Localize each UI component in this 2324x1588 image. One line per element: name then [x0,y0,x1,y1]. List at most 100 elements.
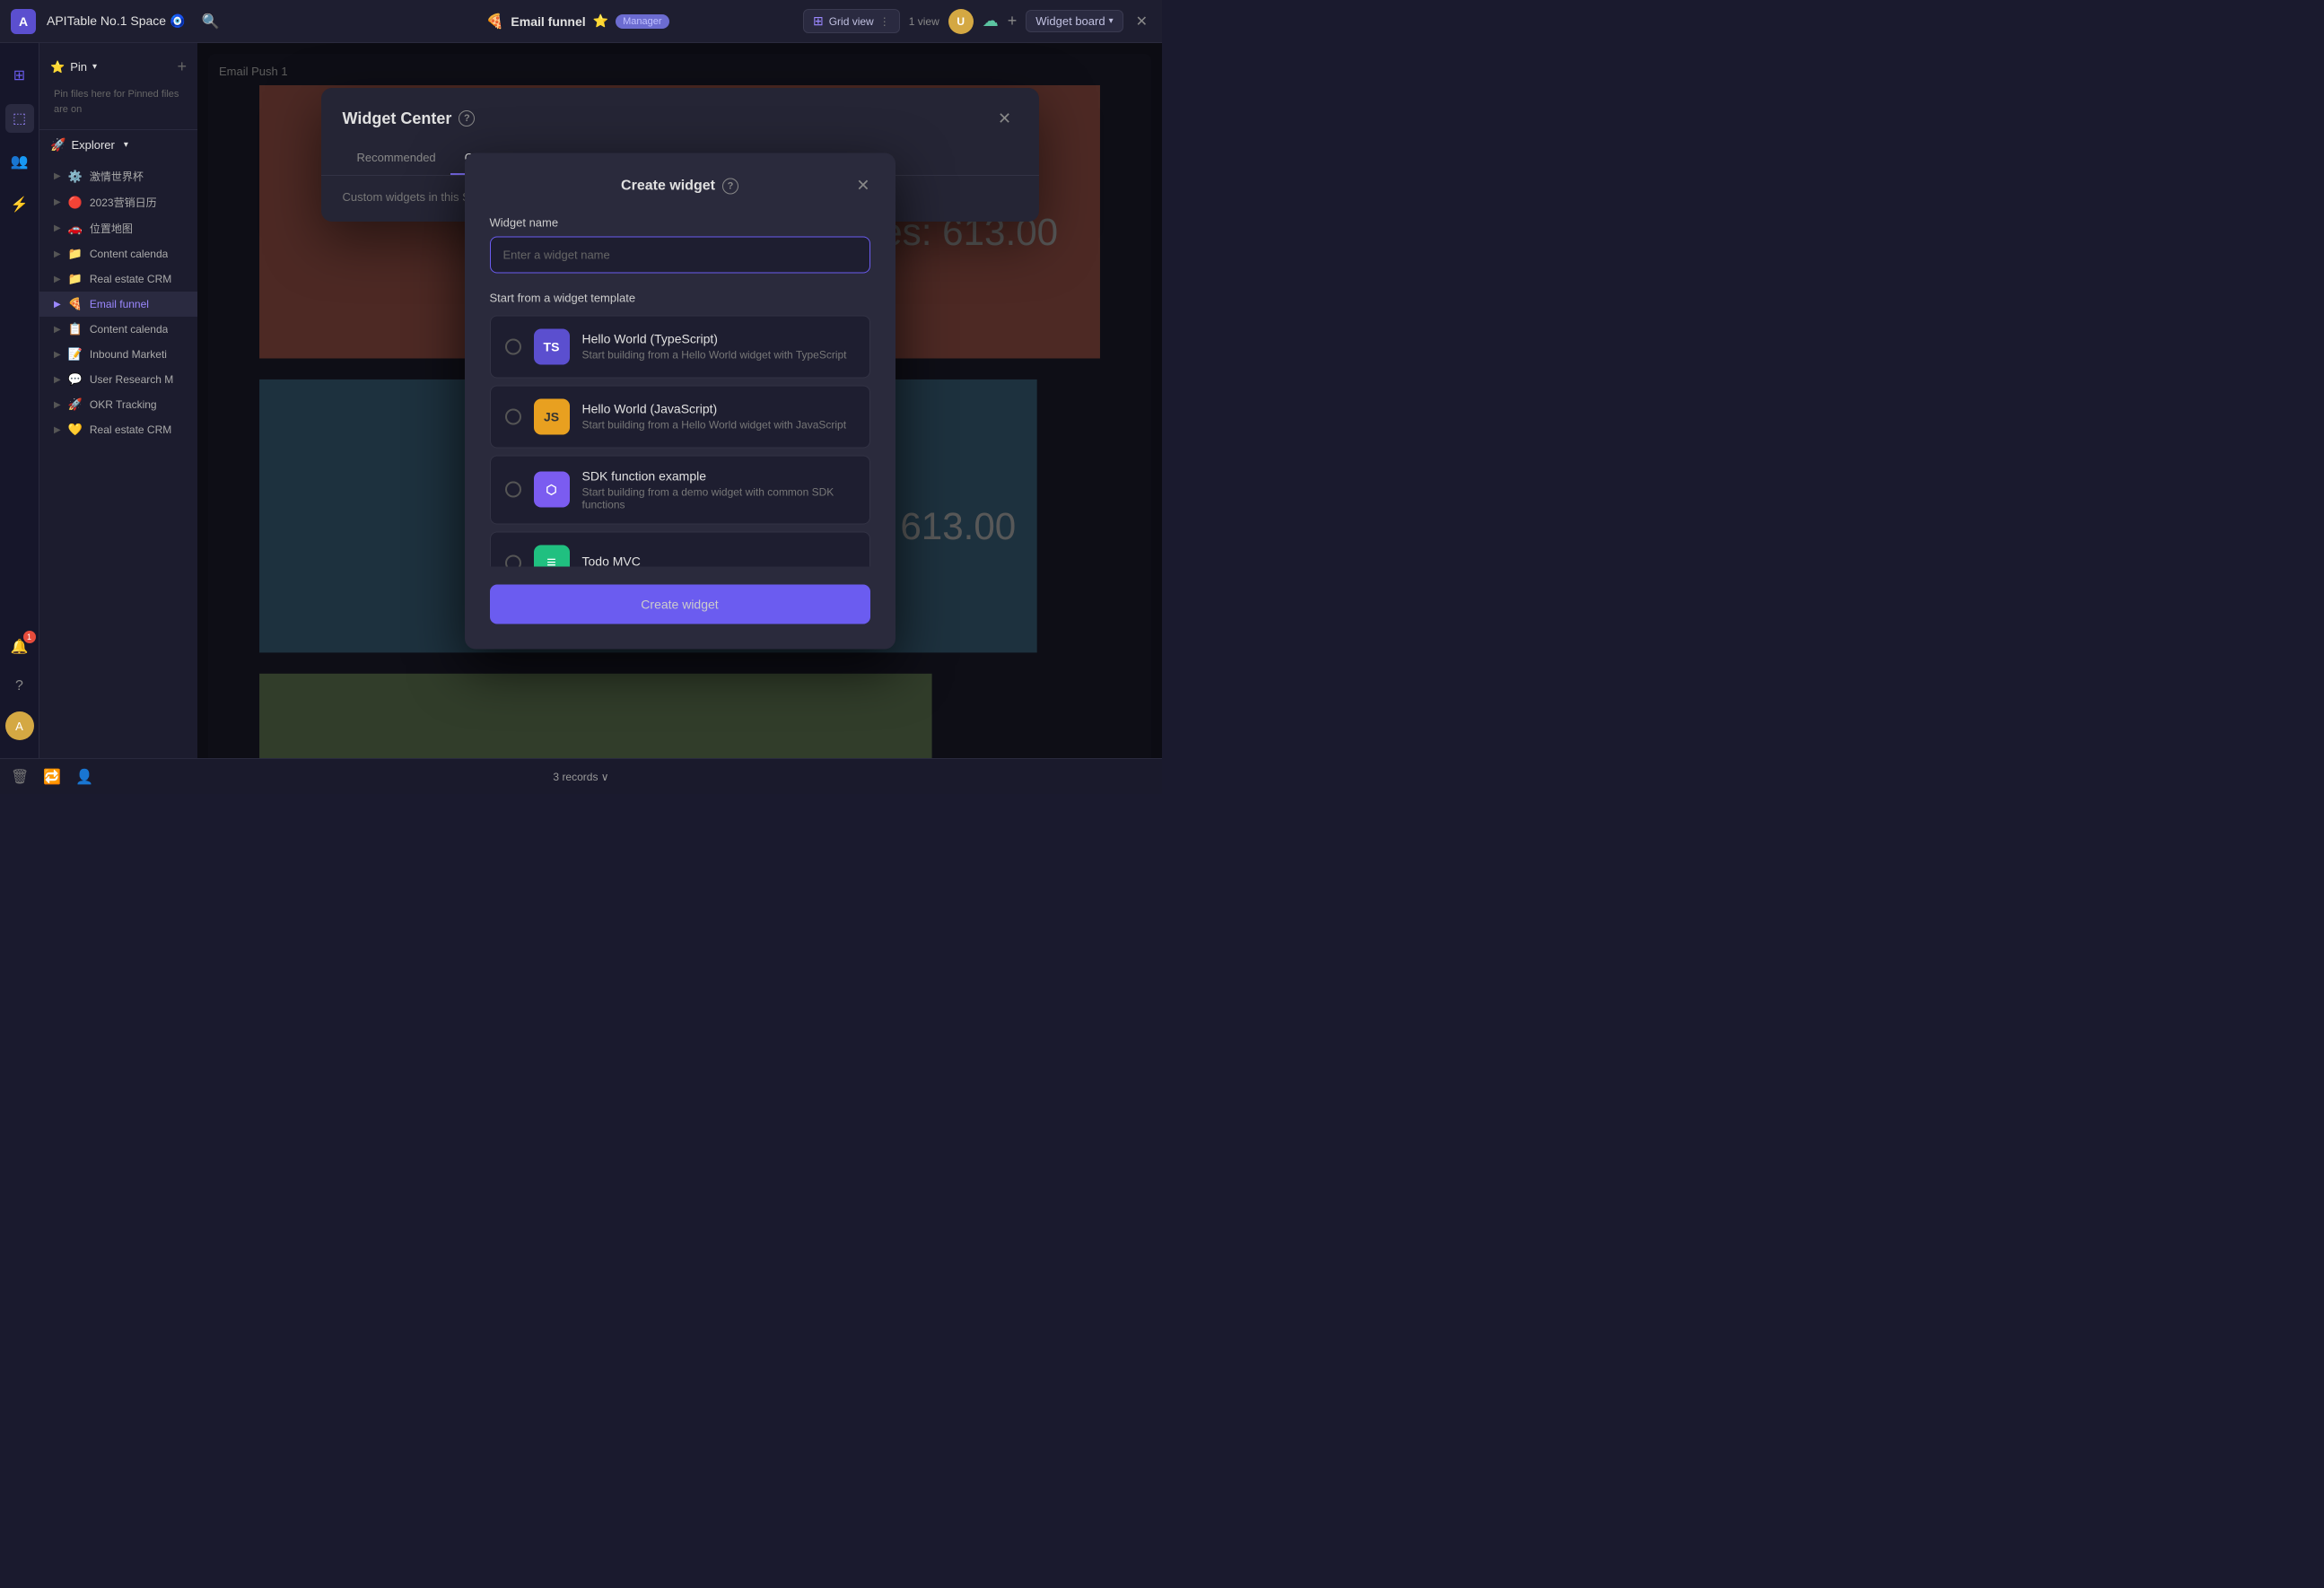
chevron-item-icon: ▶ [54,275,61,284]
template-item-typescript[interactable]: TS Hello World (TypeScript) Start buildi… [490,315,870,378]
item-name-1: 激情世界杯 [90,169,144,184]
template-radio-sdk[interactable] [505,482,521,498]
chevron-explorer-icon: ▾ [124,140,128,150]
template-desc-typescript: Start building from a Hello World widget… [582,349,855,362]
widget-center-help-icon[interactable]: ? [459,110,475,127]
table-name: Email funnel [511,14,585,29]
template-item-sdk[interactable]: ⬡ SDK function example Start building fr… [490,455,870,524]
sidebar-item-item-6[interactable]: ▶ 🍕 Email funnel [39,292,197,317]
template-radio-typescript[interactable] [505,338,521,354]
create-widget-close-button[interactable]: ✕ [856,177,869,196]
item-emoji-3: 🚗 [68,222,83,236]
user-avatar-sidebar[interactable]: A [5,711,34,740]
widget-name-label: Widget name [490,215,870,229]
grid-sidebar-icon[interactable]: ⬚ [5,104,34,133]
item-name-5: Real estate CRM [90,273,171,285]
template-item-javascript[interactable]: JS Hello World (JavaScript) Start buildi… [490,385,870,448]
item-name-3: 位置地图 [90,221,133,236]
template-info-typescript: Hello World (TypeScript) Start building … [582,332,855,362]
item-emoji-2: 🔴 [68,196,83,210]
sort-icon[interactable]: 👤 [75,768,93,786]
add-pin-button[interactable]: + [177,57,187,76]
widget-name-input[interactable] [490,236,870,273]
chevron-item-icon: ▶ [54,197,61,207]
template-info-javascript: Hello World (JavaScript) Start building … [582,402,855,432]
top-bar-right: ⊞ Grid view ⋮ 1 view U ☁ + Widget board … [803,9,1151,34]
notification-badge-container: 🔔 1 [5,633,34,661]
javascript-icon: JS [534,398,570,434]
sidebar-item-item-3[interactable]: ▶ 🚗 位置地图 [39,215,197,241]
users-icon[interactable]: 👥 [5,147,34,176]
more-options-icon[interactable]: ⋮ [879,15,890,28]
widget-board-button[interactable]: Widget board ▾ [1026,10,1123,32]
top-bar-center: 🍕 Email funnel ⭐ Manager [485,13,676,31]
item-emoji-4: 📁 [68,247,83,261]
item-name-10: OKR Tracking [90,398,157,411]
chevron-item-icon: ▶ [54,300,61,310]
template-radio-javascript[interactable] [505,408,521,424]
sidebar-item-item-8[interactable]: ▶ 📝 Inbound Marketi [39,342,197,367]
template-name-javascript: Hello World (JavaScript) [582,402,855,416]
item-emoji-9: 💬 [68,372,83,387]
chevron-item-icon: ▶ [54,223,61,233]
sidebar-item-item-5[interactable]: ▶ 📁 Real estate CRM [39,266,197,292]
app-title: APITable No.1 Space 🧿 [47,13,185,29]
sidebar-main-icons: ⊞ ⬚ 👥 ⚡ [5,50,34,230]
sidebar-item-item-1[interactable]: ▶ ⚙️ 激情世界杯 [39,163,197,189]
app-logo: A [11,9,36,34]
item-emoji-6: 🍕 [68,297,83,311]
automation-icon[interactable]: ⚡ [5,190,34,219]
right-panel: Email Push 1 Number of uses: 613.00 Numb… [197,43,1162,758]
item-emoji-1: ⚙️ [68,170,83,184]
bottom-left-actions: 🗑 🔁 👤 [11,768,93,786]
bottom-bar: 🗑 🔁 👤 3 records ∨ [0,758,1162,794]
item-name-11: Real estate CRM [90,423,171,436]
chevron-item-icon: ▶ [54,425,61,435]
template-desc-sdk: Start building from a demo widget with c… [582,485,855,510]
close-panel-icon[interactable]: ✕ [1132,9,1151,34]
trash-icon[interactable]: 🗑 [11,768,29,786]
sidebar-bottom-icons: 🔔 1 ? A [5,633,34,751]
template-info-todo: Todo MVC [582,554,855,567]
chevron-item-icon: ▶ [54,249,61,259]
item-name-6: Email funnel [90,298,149,310]
home-icon[interactable]: ⊞ [5,61,34,90]
chevron-item-icon: ▶ [54,375,61,385]
search-icon[interactable]: 🔍 [196,7,224,36]
sidebar-item-item-9[interactable]: ▶ 💬 User Research M [39,367,197,392]
item-emoji-7: 📋 [68,322,83,336]
pin-section: ⭐ Pin ▾ + Pin files here for Pinned file… [39,50,197,130]
sidebar-item-item-10[interactable]: ▶ 🚀 OKR Tracking [39,392,197,417]
sidebar-with-icons: ⊞ ⬚ 👥 ⚡ 🔔 1 ? A [0,43,197,758]
chevron-down-icon: ▾ [1109,16,1114,26]
explorer-header[interactable]: 🚀 Explorer ▾ [39,130,197,160]
sidebar-item-item-7[interactable]: ▶ 📋 Content calenda [39,317,197,342]
help-icon[interactable]: ? [5,672,34,701]
tab-recommended[interactable]: Recommended [343,142,450,175]
cloud-sync-icon: ☁ [983,12,999,31]
item-name-8: Inbound Marketi [90,348,167,361]
template-item-todo[interactable]: ≡ Todo MVC [490,531,870,566]
widget-center-close-button[interactable]: ✕ [992,106,1018,131]
notification-count-badge: 1 [23,631,36,643]
item-name-4: Content calenda [90,248,168,260]
item-emoji-8: 📝 [68,347,83,362]
sidebar-item-item-2[interactable]: ▶ 🔴 2023营销日历 [39,189,197,215]
filter-icon[interactable]: 🔁 [43,768,61,786]
views-count: 1 view [909,15,939,28]
sdk-icon: ⬡ [534,472,570,508]
widget-center-header: Widget Center ? ✕ [321,88,1039,131]
favorite-icon[interactable]: ⭐ [593,13,608,29]
explorer-list: ▶ ⚙️ 激情世界杯 ▶ 🔴 2023营销日历 ▶ 🚗 位置地图 [39,160,197,446]
item-name-7: Content calenda [90,323,168,336]
sidebar-item-item-11[interactable]: ▶ 💛 Real estate CRM [39,417,197,442]
sidebar-item-item-4[interactable]: ▶ 📁 Content calenda [39,241,197,266]
add-widget-icon[interactable]: + [1008,12,1018,31]
create-widget-button[interactable]: Create widget [490,584,870,624]
item-emoji-5: 📁 [68,272,83,286]
pin-header[interactable]: ⭐ Pin ▾ + [50,57,187,76]
template-radio-todo[interactable] [505,554,521,566]
records-count[interactable]: 3 records ∨ [553,771,608,783]
grid-view-button[interactable]: ⊞ Grid view ⋮ [803,9,900,33]
create-widget-help-icon[interactable]: ? [722,178,738,194]
